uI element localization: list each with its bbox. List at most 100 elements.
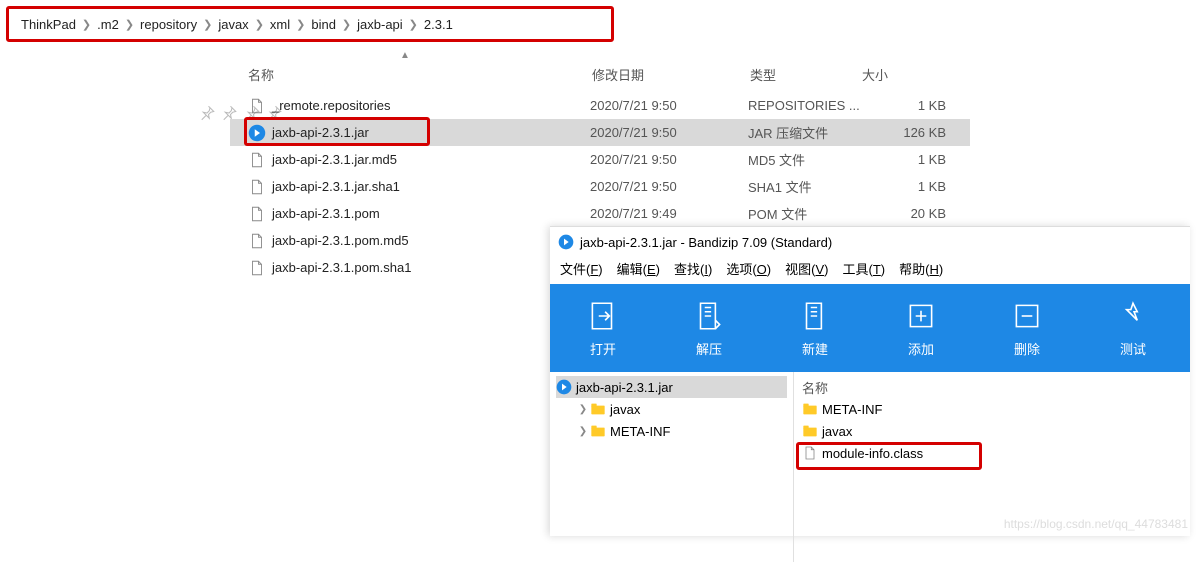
expand-icon[interactable]: ❯ [576,426,590,437]
content-row[interactable]: javax [802,420,1182,442]
bandizip-title-text: jaxb-api-2.3.1.jar - Bandizip 7.09 (Stan… [580,235,832,250]
tree-root[interactable]: jaxb-api-2.3.1.jar [556,376,787,398]
content-header-name[interactable]: 名称 [802,376,1182,398]
folder-icon [802,423,818,439]
column-headers: 名称 修改日期 类型 大小 [0,62,1198,86]
toolbar-label: 测试 [1120,339,1146,358]
menu-item[interactable]: 编辑(E) [617,259,660,278]
file-icon [248,205,266,223]
file-type: POM 文件 [748,204,866,223]
bandizip-toolbar: 打开解压 新建 添加 删除 测试 [550,284,1190,372]
chevron-right-icon: ❯ [125,18,134,31]
bandizip-app-icon [558,234,574,250]
tree-item[interactable]: ❯ javax [556,398,787,420]
expand-icon[interactable]: ❯ [576,404,590,415]
toolbar-label: 添加 [908,339,934,358]
breadcrumb-item[interactable]: bind [307,17,340,32]
file-size: 1 KB [866,98,946,113]
tree-label: META-INF [610,424,670,439]
toolbar-extract-button[interactable]: 解压 [656,284,762,372]
content-name: javax [822,424,852,439]
file-name: _remote.repositories [272,98,590,113]
file-date: 2020/7/21 9:50 [590,125,748,140]
file-size: 1 KB [866,179,946,194]
file-row[interactable]: jaxb-api-2.3.1.pom2020/7/21 9:49POM 文件20… [230,200,970,227]
file-name: jaxb-api-2.3.1.jar [272,125,590,140]
file-icon [248,151,266,169]
folder-icon [590,401,606,417]
folder-icon [590,423,606,439]
bandizip-titlebar[interactable]: jaxb-api-2.3.1.jar - Bandizip 7.09 (Stan… [550,227,1190,257]
pin-icon[interactable] [198,104,216,122]
toolbar-label: 解压 [696,339,722,358]
file-icon [248,259,266,277]
chevron-right-icon: ❯ [342,18,351,31]
content-row[interactable]: META-INF [802,398,1182,420]
file-name: jaxb-api-2.3.1.jar.md5 [272,152,590,167]
file-type: JAR 压缩文件 [748,123,866,142]
file-type: SHA1 文件 [748,177,866,196]
file-row[interactable]: jaxb-api-2.3.1.jar2020/7/21 9:50JAR 压缩文件… [230,119,970,146]
tree-item[interactable]: ❯ META-INF [556,420,787,442]
breadcrumb[interactable]: ThinkPad❯.m2❯repository❯javax❯xml❯bind❯j… [6,6,614,42]
file-size: 1 KB [866,152,946,167]
file-date: 2020/7/21 9:50 [590,152,748,167]
col-header-size[interactable]: 大小 [862,65,888,84]
col-header-type[interactable]: 类型 [750,65,776,84]
watermark: https://blog.csdn.net/qq_44783481 [1004,517,1188,531]
file-type: REPOSITORIES ... [748,98,866,113]
toolbar-label: 新建 [802,339,828,358]
folder-icon [802,401,818,417]
menu-item[interactable]: 选项(O) [726,259,771,278]
sort-indicator-row: ▲ [230,50,1130,62]
chevron-right-icon: ❯ [82,18,91,31]
bandizip-tree: jaxb-api-2.3.1.jar ❯ javax ❯ META-INF [550,372,794,562]
breadcrumb-item[interactable]: 2.3.1 [420,17,457,32]
file-row[interactable]: _remote.repositories2020/7/21 9:50REPOSI… [230,92,970,119]
archive-icon [248,124,266,142]
breadcrumb-item[interactable]: .m2 [93,17,123,32]
menu-item[interactable]: 帮助(H) [899,259,943,278]
tree-label: javax [610,402,640,417]
menu-item[interactable]: 视图(V) [785,259,828,278]
file-date: 2020/7/21 9:50 [590,98,748,113]
toolbar-new-button[interactable]: 新建 [762,284,868,372]
toolbar-test-button[interactable]: 测试 [1080,284,1186,372]
chevron-right-icon: ❯ [296,18,305,31]
file-date: 2020/7/21 9:50 [590,179,748,194]
chevron-right-icon: ❯ [409,18,418,31]
file-date: 2020/7/21 9:49 [590,206,748,221]
menu-item[interactable]: 文件(F) [560,259,603,278]
file-name: jaxb-api-2.3.1.pom.md5 [272,233,590,248]
content-row[interactable]: module-info.class [802,442,1182,464]
file-row[interactable]: jaxb-api-2.3.1.jar.md52020/7/21 9:50MD5 … [230,146,970,173]
chevron-right-icon: ❯ [255,18,264,31]
bandizip-menubar: 文件(F) 编辑(E) 查找(I) 选项(O) 视图(V) 工具(T) 帮助(H) [550,257,1190,284]
toolbar-label: 删除 [1014,339,1040,358]
menu-item[interactable]: 查找(I) [674,259,712,278]
chevron-right-icon: ❯ [203,18,212,31]
col-header-name[interactable]: 名称 [248,65,274,84]
file-name: jaxb-api-2.3.1.pom.sha1 [272,260,590,275]
breadcrumb-item[interactable]: xml [266,17,294,32]
file-row[interactable]: jaxb-api-2.3.1.jar.sha12020/7/21 9:50SHA… [230,173,970,200]
content-name: META-INF [822,402,882,417]
bandizip-content: 名称 META-INF javax module-info.class [794,372,1190,562]
file-size: 126 KB [866,125,946,140]
menu-item[interactable]: 工具(T) [842,259,885,278]
toolbar-add-button[interactable]: 添加 [868,284,974,372]
bandizip-body: jaxb-api-2.3.1.jar ❯ javax ❯ META-INF 名称 MET… [550,372,1190,562]
breadcrumb-item[interactable]: javax [214,17,252,32]
toolbar-delete-button[interactable]: 删除 [974,284,1080,372]
breadcrumb-item[interactable]: ThinkPad [17,17,80,32]
file-icon [248,232,266,250]
file-icon [248,97,266,115]
breadcrumb-item[interactable]: jaxb-api [353,17,407,32]
col-header-date[interactable]: 修改日期 [592,65,644,84]
content-name: module-info.class [822,446,923,461]
tree-label: jaxb-api-2.3.1.jar [576,380,673,395]
toolbar-open-button[interactable]: 打开 [550,284,656,372]
file-icon [248,178,266,196]
breadcrumb-item[interactable]: repository [136,17,201,32]
sort-arrow-icon: ▲ [400,50,410,61]
